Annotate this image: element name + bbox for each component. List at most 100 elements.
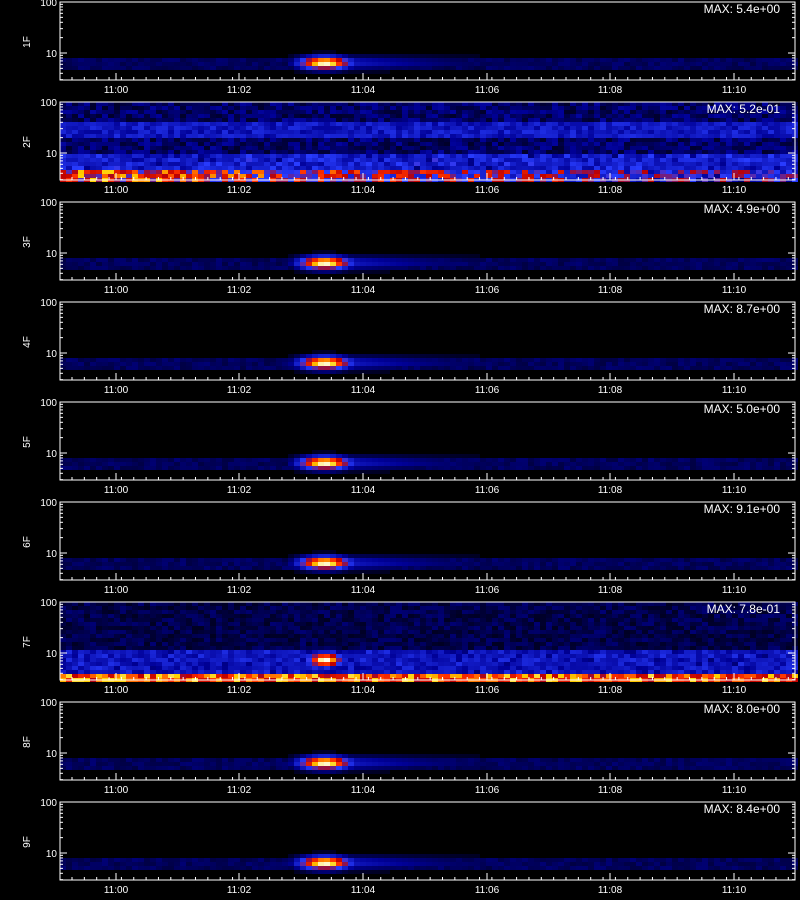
heat-cell bbox=[720, 358, 726, 362]
heat-cell bbox=[342, 558, 348, 562]
heat-cell bbox=[786, 154, 792, 158]
heat-cell bbox=[786, 262, 792, 266]
heat-cell bbox=[588, 154, 594, 158]
heat-cell bbox=[354, 130, 360, 134]
heat-cell bbox=[714, 166, 720, 170]
heat-cell bbox=[318, 50, 324, 54]
heat-cell bbox=[474, 466, 480, 470]
heat-cell bbox=[414, 358, 420, 362]
heat-cell bbox=[498, 174, 504, 178]
heat-cell bbox=[624, 358, 630, 362]
heat-cell bbox=[492, 106, 498, 110]
heat-cell bbox=[372, 266, 378, 270]
heat-cell bbox=[486, 126, 492, 130]
heat-cell bbox=[150, 162, 156, 166]
heat-cell bbox=[594, 154, 600, 158]
heat-cell bbox=[564, 58, 570, 62]
heat-cell bbox=[192, 562, 198, 566]
heat-cell bbox=[378, 454, 384, 458]
heat-cell bbox=[522, 66, 528, 70]
heat-cell bbox=[462, 458, 468, 462]
heat-cell bbox=[738, 262, 744, 266]
heat-cell bbox=[258, 258, 264, 262]
heat-cell bbox=[132, 106, 138, 110]
heat-cell bbox=[198, 162, 204, 166]
heat-cell bbox=[246, 458, 252, 462]
heat-cell bbox=[510, 122, 516, 126]
heat-cell bbox=[702, 134, 708, 138]
heat-cell bbox=[378, 558, 384, 562]
heat-cell bbox=[168, 114, 174, 118]
heat-cell bbox=[168, 154, 174, 158]
heat-cell bbox=[678, 562, 684, 566]
heat-cell bbox=[162, 258, 168, 262]
heat-cell bbox=[312, 54, 318, 58]
heat-cell bbox=[534, 126, 540, 130]
heat-cell bbox=[210, 170, 216, 174]
heat-cell bbox=[534, 262, 540, 266]
heat-cell bbox=[708, 142, 714, 146]
heat-cell bbox=[366, 126, 372, 130]
heat-cell bbox=[126, 130, 132, 134]
heat-cell bbox=[174, 466, 180, 470]
heat-cell bbox=[354, 462, 360, 466]
heat-cell bbox=[486, 458, 492, 462]
heat-cell bbox=[576, 138, 582, 142]
heat-cell bbox=[762, 458, 768, 462]
heat-cell bbox=[588, 114, 594, 118]
heat-cell bbox=[720, 138, 726, 142]
heat-cell bbox=[300, 458, 306, 462]
heat-cell bbox=[348, 114, 354, 118]
heat-cell bbox=[366, 142, 372, 146]
heat-cell bbox=[726, 170, 732, 174]
heat-cell bbox=[408, 62, 414, 66]
heat-cell bbox=[432, 558, 438, 562]
heat-cell bbox=[330, 466, 336, 470]
heat-cell bbox=[450, 254, 456, 258]
heat-cell bbox=[666, 62, 672, 66]
panel-label: 3F bbox=[22, 236, 33, 248]
heat-cell bbox=[516, 362, 522, 366]
heat-cell bbox=[384, 106, 390, 110]
heat-cell bbox=[612, 118, 618, 122]
heat-cell bbox=[390, 118, 396, 122]
heat-cell bbox=[438, 354, 444, 358]
heat-cell bbox=[432, 362, 438, 366]
heat-cell bbox=[510, 66, 516, 70]
heat-cell bbox=[306, 458, 312, 462]
heat-cell bbox=[318, 350, 324, 354]
heat-cell bbox=[234, 162, 240, 166]
heat-cell bbox=[192, 366, 198, 370]
heat-cell bbox=[222, 174, 228, 178]
heat-cell bbox=[648, 362, 654, 366]
heat-cell bbox=[702, 118, 708, 122]
heat-cell bbox=[468, 118, 474, 122]
heat-cell bbox=[714, 174, 720, 178]
heat-cell bbox=[618, 162, 624, 166]
heat-cell bbox=[666, 558, 672, 562]
heat-cell bbox=[246, 162, 252, 166]
heat-cell bbox=[540, 110, 546, 114]
heat-cell bbox=[654, 58, 660, 62]
heat-cell bbox=[774, 158, 780, 162]
heat-cell bbox=[252, 266, 258, 270]
heat-cell bbox=[612, 142, 618, 146]
heat-cell bbox=[168, 122, 174, 126]
heat-cell bbox=[744, 462, 750, 466]
heat-cell bbox=[354, 154, 360, 158]
heat-cell bbox=[402, 170, 408, 174]
heat-cell bbox=[336, 254, 342, 258]
heat-cell bbox=[336, 362, 342, 366]
heat-cell bbox=[312, 58, 318, 62]
heat-cell bbox=[162, 150, 168, 154]
heat-cell bbox=[210, 458, 216, 462]
heat-cell bbox=[288, 554, 294, 558]
heat-cell bbox=[372, 126, 378, 130]
heat-cell bbox=[222, 366, 228, 370]
heat-cell bbox=[150, 154, 156, 158]
heat-cell bbox=[336, 138, 342, 142]
heat-cell bbox=[492, 110, 498, 114]
heat-cell bbox=[324, 262, 330, 266]
heat-cell bbox=[246, 66, 252, 70]
heat-cell bbox=[474, 458, 480, 462]
